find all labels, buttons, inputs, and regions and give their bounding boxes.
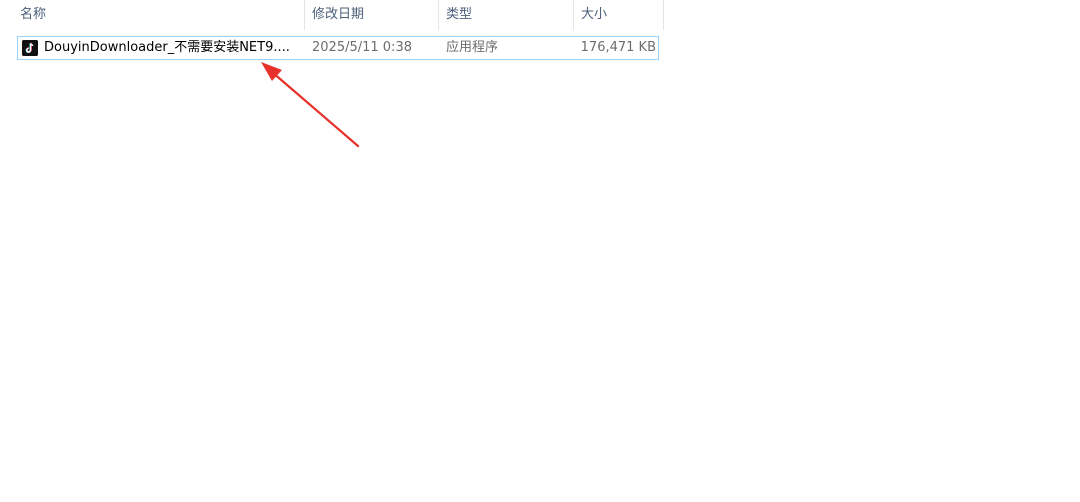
column-header-name[interactable]: 名称 ^: [13, 0, 304, 30]
column-header-type[interactable]: 类型: [439, 0, 573, 30]
column-header-size[interactable]: 大小: [574, 0, 663, 30]
column-header-size-label: 大小: [581, 7, 608, 22]
file-type: 应用程序: [446, 40, 499, 55]
annotation-arrow-shaft: [270, 70, 360, 148]
column-header-name-label: 名称: [20, 7, 47, 22]
column-header-date-modified[interactable]: 修改日期: [305, 0, 438, 30]
file-date-modified: 2025/5/11 0:38: [312, 40, 412, 55]
column-header-date-label: 修改日期: [312, 7, 365, 22]
annotation-arrow-head: [261, 62, 282, 81]
file-row[interactable]: DouyinDownloader_不需要安装NET9.... 2025/5/11…: [17, 36, 659, 60]
file-name[interactable]: DouyinDownloader_不需要安装NET9....: [44, 37, 308, 59]
caret-up-icon: ^: [163, 0, 175, 6]
annotation-arrow: [261, 62, 360, 148]
file-size: 176,471 KB: [580, 40, 656, 55]
douyin-app-icon: [22, 40, 38, 56]
column-header-row: 名称 ^ 修改日期 类型 大小: [0, 0, 664, 30]
file-explorer-details-view: 名称 ^ 修改日期 类型 大小 DouyinDownloader_不需要安装NE…: [0, 0, 1080, 502]
column-header-type-label: 类型: [446, 7, 473, 22]
column-divider[interactable]: [663, 0, 664, 30]
